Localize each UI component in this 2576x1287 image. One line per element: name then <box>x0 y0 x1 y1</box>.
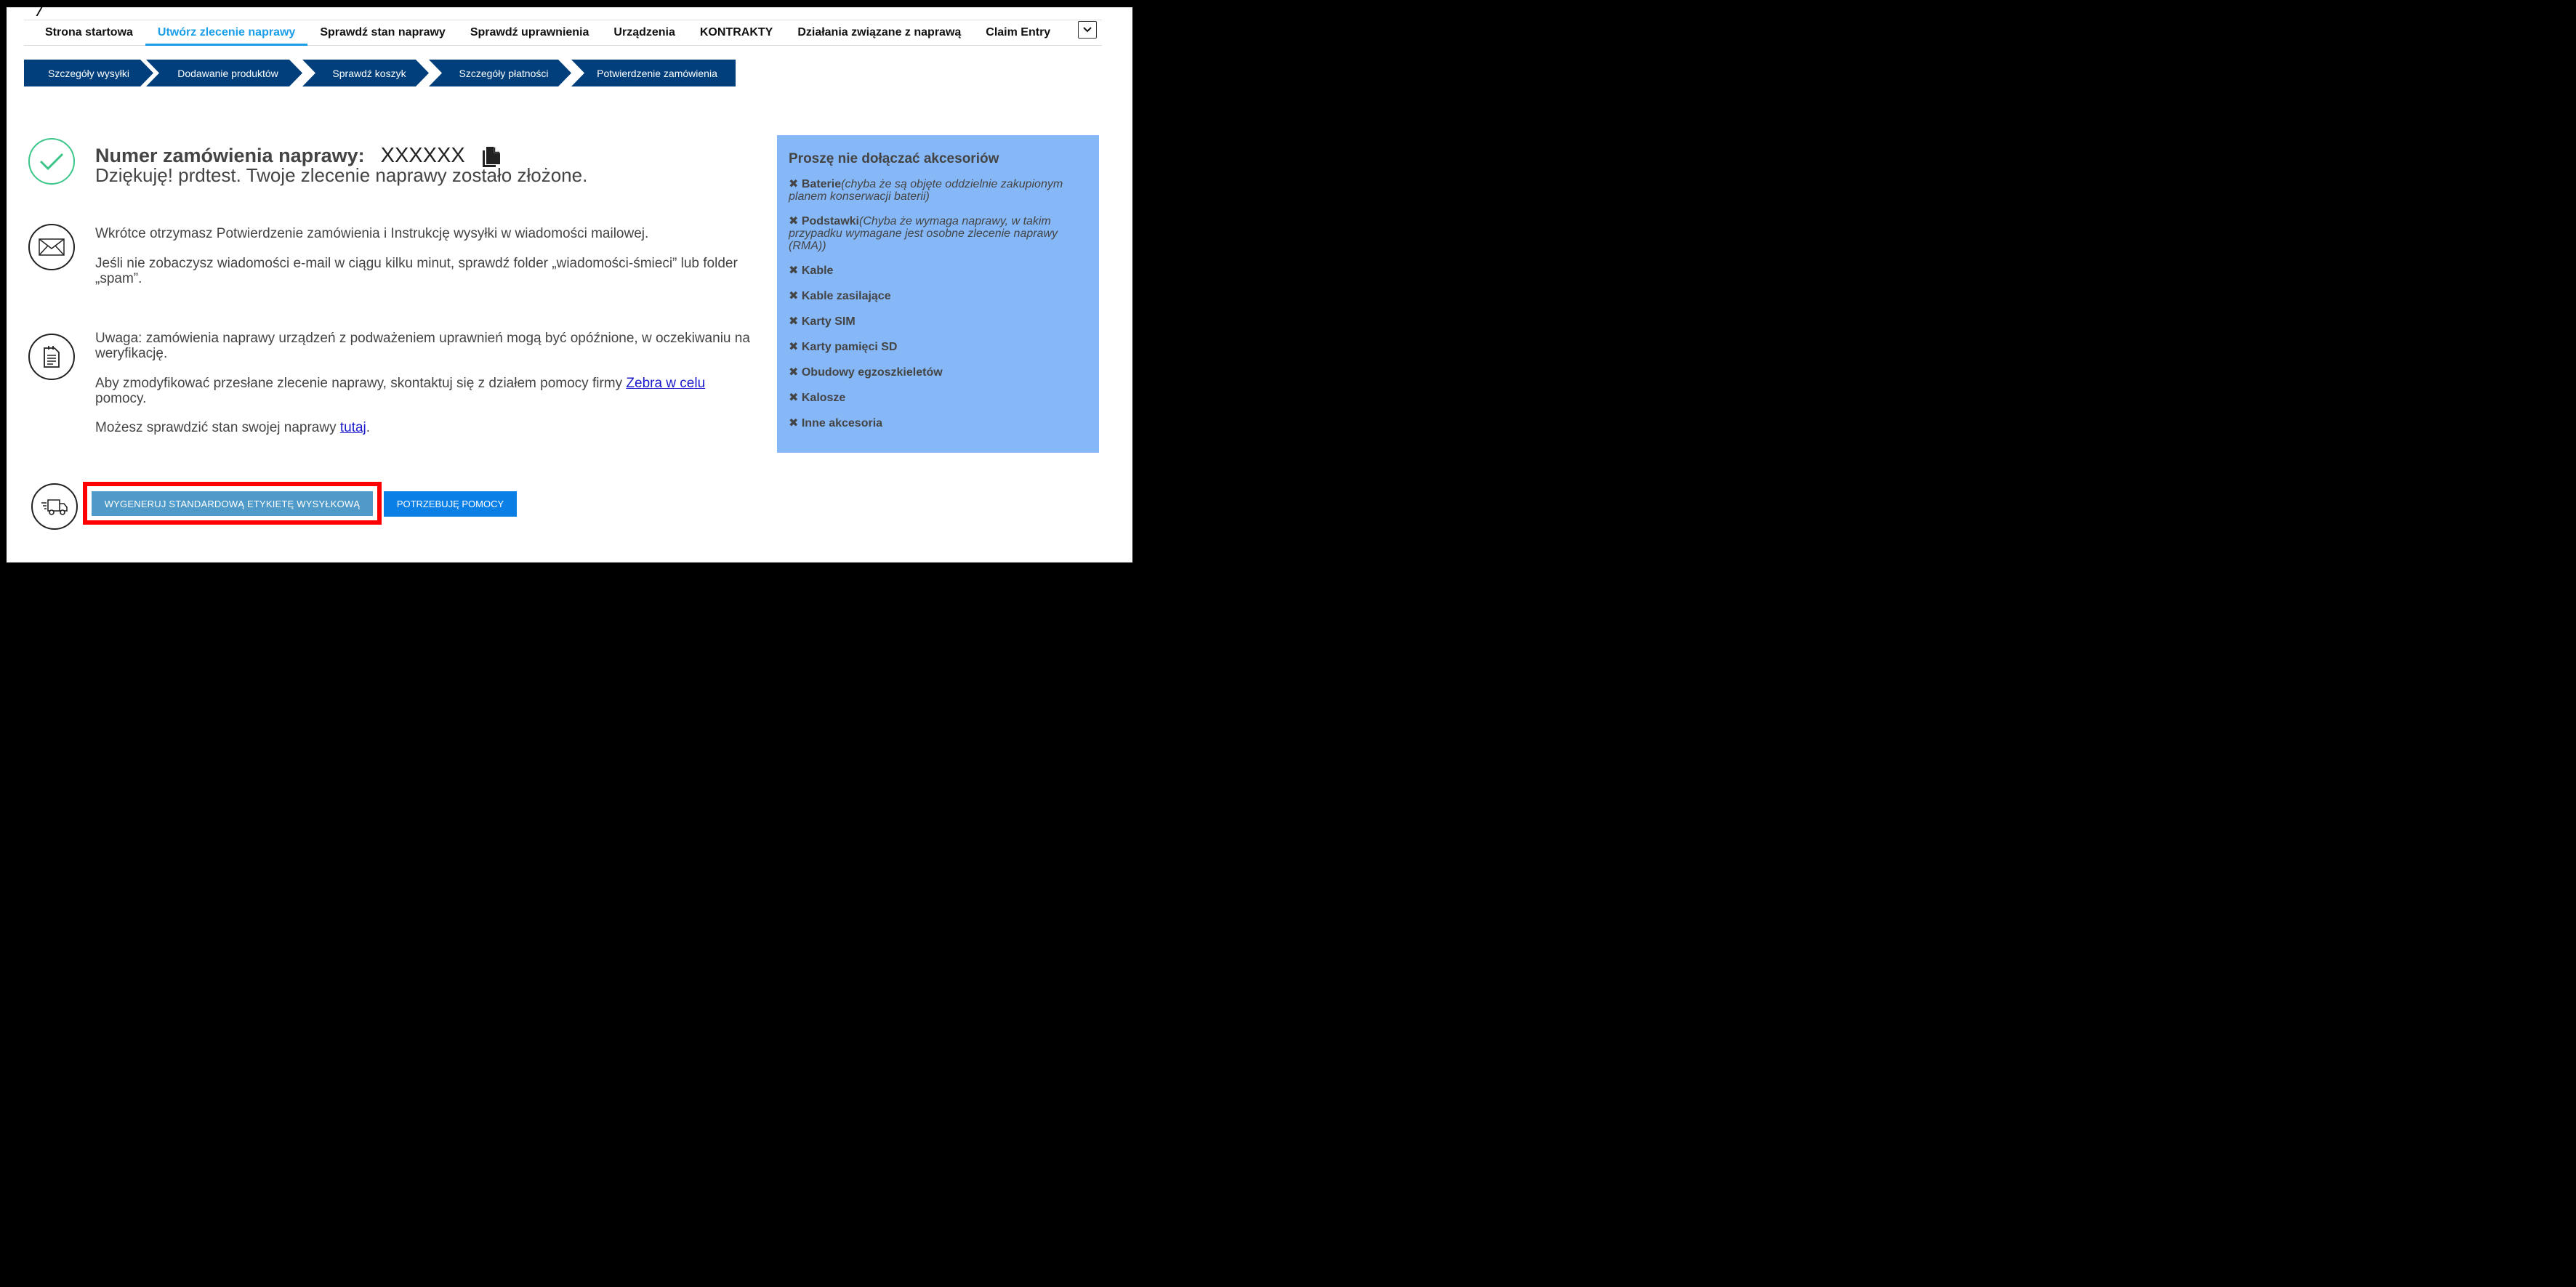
accessory-item: ✖ Podstawki(Chyba że wymaga naprawy, w t… <box>789 215 1087 252</box>
envelope-icon <box>28 224 75 270</box>
close-icon: ✖ <box>789 417 799 429</box>
accessory-name: Karty pamięci SD <box>801 341 898 353</box>
generate-shipping-label-button[interactable]: WYGENERUJ STANDARDOWĄ ETYKIETĘ WYSYŁKOWĄ <box>92 491 373 516</box>
chevron-down-icon <box>1083 27 1092 33</box>
need-help-button[interactable]: POTRZEBUJĘ POMOCY <box>384 491 517 517</box>
accessory-item: ✖ Karty SIM <box>789 315 1087 328</box>
step-shipping-details: Szczegóły wysyłki <box>24 60 153 86</box>
nav-more-button[interactable] <box>1078 21 1097 39</box>
close-icon: ✖ <box>789 290 799 302</box>
close-icon: ✖ <box>789 315 799 328</box>
step-review-cart: Sprawdź koszyk <box>302 60 429 86</box>
accessory-name: Podstawki <box>801 215 859 227</box>
close-icon: ✖ <box>789 265 799 277</box>
accessory-name: Kable <box>801 265 834 277</box>
close-icon: ✖ <box>789 341 799 353</box>
document-icon <box>28 334 75 380</box>
accessory-name: Baterie <box>801 178 842 190</box>
step-add-products: Dodawanie produktów <box>146 60 302 86</box>
check-status-suffix: . <box>366 420 371 435</box>
nav-item-claim-entry[interactable]: Claim Entry <box>973 20 1063 45</box>
accessory-item: ✖ Kable <box>789 265 1087 277</box>
accessory-item: ✖ Kable zasilające <box>789 290 1087 302</box>
check-status-text: Możesz sprawdzić stan swojej naprawy tut… <box>95 420 753 435</box>
accessory-item: ✖ Obudowy egzoszkieletów <box>789 366 1087 379</box>
corner-mark <box>36 7 52 16</box>
entitlement-warning-text: Uwaga: zamówienia naprawy urządzeń z pod… <box>95 331 750 361</box>
nav-item-home[interactable]: Strona startowa <box>33 20 145 45</box>
nav-item-repair-status[interactable]: Sprawdź stan naprawy <box>307 20 458 45</box>
modify-order-suffix: pomocy. <box>95 391 147 406</box>
step-payment-details: Szczegóły płatności <box>429 60 571 86</box>
page-frame: Strona startowa Utwórz zlecenie naprawy … <box>7 7 1132 562</box>
nav-item-entitlements[interactable]: Sprawdź uprawnienia <box>458 20 602 45</box>
success-check-icon <box>28 138 75 185</box>
close-icon: ✖ <box>789 178 799 190</box>
close-icon: ✖ <box>789 392 799 404</box>
modify-order-text: Aby zmodyfikować przesłane zlecenie napr… <box>95 376 753 406</box>
zebra-support-link[interactable]: Zebra w celu <box>626 376 705 391</box>
accessory-name: Obudowy egzoszkieletów <box>801 366 943 379</box>
accessory-item: ✖ Kalosze <box>789 392 1087 404</box>
spam-folder-text: Jeśli nie zobaczysz wiadomości e-mail w … <box>95 256 738 286</box>
nav-item-devices[interactable]: Urządzenia <box>601 20 687 45</box>
accessory-item: ✖ Baterie(chyba że są objęte oddzielnie … <box>789 178 1087 203</box>
email-info-text: Wkrótce otrzymasz Potwierdzenie zamówien… <box>95 226 649 241</box>
accessories-title: Proszę nie dołączać akcesoriów <box>789 151 999 166</box>
top-nav: Strona startowa Utwórz zlecenie naprawy … <box>24 20 1102 46</box>
thank-you-message: Dziękuję! prdtest. Twoje zlecenie napraw… <box>95 164 588 186</box>
nav-item-create-repair[interactable]: Utwórz zlecenie naprawy <box>145 20 308 46</box>
close-icon: ✖ <box>789 215 799 227</box>
accessory-name: Karty SIM <box>801 315 856 328</box>
accessories-panel: Proszę nie dołączać akcesoriów ✖ Baterie… <box>777 135 1099 453</box>
check-status-link[interactable]: tutaj <box>340 420 366 435</box>
close-icon: ✖ <box>789 366 799 379</box>
accessory-item: ✖ Karty pamięci SD <box>789 341 1087 353</box>
nav-item-contracts[interactable]: KONTRAKTY <box>688 20 785 45</box>
step-order-confirmation: Potwierdzenie zamówienia <box>571 60 736 86</box>
accessory-name: Kable zasilające <box>801 290 891 302</box>
nav-item-repair-actions[interactable]: Działania związane z naprawą <box>785 20 973 45</box>
check-status-prefix: Możesz sprawdzić stan swojej naprawy <box>95 420 340 435</box>
accessory-name: Kalosze <box>801 392 846 404</box>
modify-order-prefix: Aby zmodyfikować przesłane zlecenie napr… <box>95 376 627 391</box>
accessory-name: Inne akcesoria <box>801 417 883 429</box>
delivery-truck-icon <box>31 483 78 530</box>
accessory-item: ✖ Inne akcesoria <box>789 417 1087 429</box>
